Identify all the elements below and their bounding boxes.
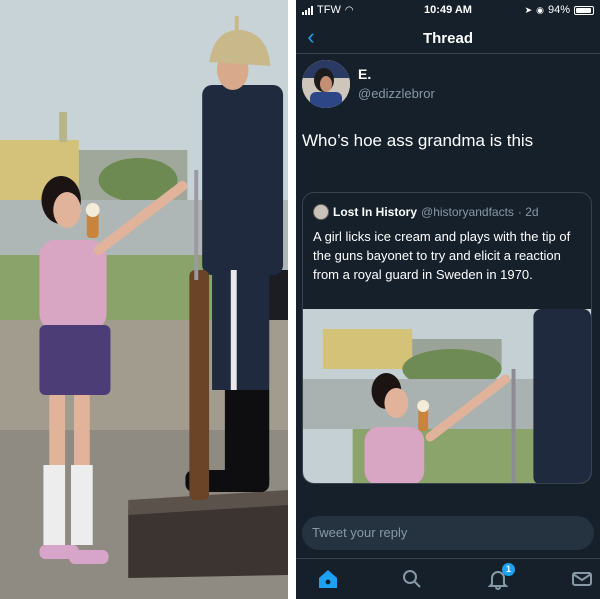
avatar[interactable] [302, 60, 350, 108]
battery-icon [574, 5, 594, 15]
guard-and-girl-photo [0, 0, 288, 599]
status-right: ➤ ◉ 94% [525, 4, 594, 16]
battery-percent: 94% [547, 4, 570, 16]
tweet-header: E. @edizzlebror [296, 56, 600, 114]
bottom-tab-bar: 1 [296, 558, 600, 599]
status-bar: TFW ◠ 10:49 AM ➤ ◉ 94% [296, 0, 600, 20]
reply-composer[interactable]: Tweet your reply [302, 516, 594, 550]
quoted-photo [303, 309, 591, 483]
vintage-photo [0, 0, 292, 599]
author-handle[interactable]: @edizzlebror [358, 86, 435, 101]
search-icon[interactable] [400, 567, 424, 591]
quoted-tweet-image[interactable] [303, 309, 591, 483]
navigation-bar: ‹ Thread [296, 22, 600, 54]
alarm-icon: ◉ [536, 4, 544, 15]
quoted-author-name: Lost In History [333, 205, 418, 219]
quoted-tweet-header: Lost In History @historyandfacts · 2d [313, 203, 585, 221]
author-name[interactable]: E. [358, 66, 371, 82]
home-icon[interactable] [316, 567, 340, 591]
location-icon: ➤ [524, 4, 533, 15]
tweet-text: Who’s hoe ass grandma is this [302, 131, 534, 150]
avatar-image [302, 60, 350, 108]
quoted-avatar [313, 204, 329, 220]
notification-badge: 1 [502, 563, 515, 576]
quoted-tweet-age: · 2d [517, 205, 539, 219]
notifications-icon[interactable]: 1 [486, 563, 515, 591]
quoted-author-handle: @historyandfacts [421, 205, 514, 219]
quoted-tweet-text: A girl licks ice cream and plays with th… [313, 229, 571, 282]
twitter-thread-screenshot: TFW ◠ 10:49 AM ➤ ◉ 94% ‹ Thread E. @ediz… [296, 0, 600, 599]
quoted-tweet-card[interactable]: Lost In History @historyandfacts · 2d A … [302, 192, 592, 484]
page-title: Thread [422, 30, 473, 47]
messages-icon[interactable] [570, 567, 594, 591]
reply-input[interactable]: Tweet your reply [312, 525, 407, 540]
